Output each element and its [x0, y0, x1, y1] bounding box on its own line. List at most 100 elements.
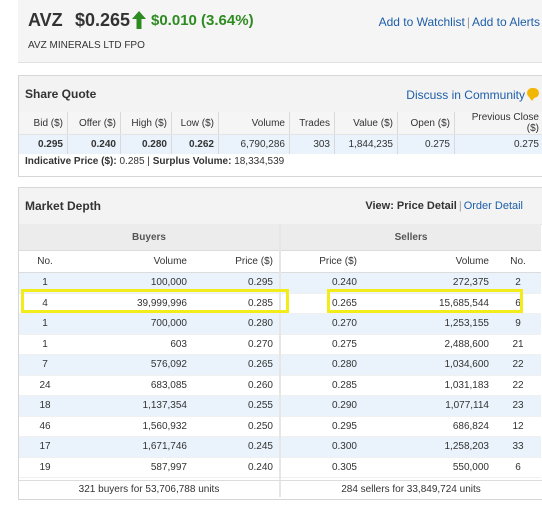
- buyer-price: 0.260: [193, 375, 279, 396]
- buyer-row: 18 1,137,354 0.255: [19, 395, 279, 417]
- buyers-col-price: Price ($): [193, 250, 279, 273]
- buyer-price: 0.255: [193, 395, 279, 417]
- quote-volume-value: 6,790,286: [218, 134, 290, 154]
- sellers-col-volume: Volume: [363, 250, 495, 273]
- seller-no: 22: [495, 354, 541, 376]
- seller-no: 22: [495, 375, 541, 396]
- buyer-price: 0.265: [193, 354, 279, 376]
- view-order-detail-link[interactable]: Order Detail: [464, 200, 523, 212]
- seller-row: 0.295 686,824 12: [281, 416, 541, 437]
- buyer-volume: 39,999,996: [71, 293, 193, 314]
- buyer-price: 0.280: [193, 313, 279, 335]
- add-to-alerts-link[interactable]: Add to Alerts: [472, 15, 540, 29]
- buyer-row: 7 576,092 0.265: [19, 354, 279, 376]
- seller-price: 0.295: [281, 416, 363, 437]
- quote-prev-close-value: 0.275: [454, 134, 542, 154]
- quote-col-open: Open ($): [397, 112, 455, 135]
- buyer-volume: 700,000: [71, 313, 193, 335]
- last-price: $0.265: [75, 10, 131, 30]
- quote-col-offer: Offer ($): [67, 112, 121, 135]
- indicative-price-label: Indicative Price ($):: [25, 156, 117, 167]
- seller-no: 6: [495, 293, 541, 314]
- buyer-price: 0.245: [193, 436, 279, 458]
- header-links: Add to Watchlist | Add to Alerts: [379, 15, 540, 29]
- discuss-in-community-link[interactable]: Discuss in Community: [406, 88, 525, 102]
- share-quote-table: Bid ($) Offer ($) High ($) Low ($) Volum…: [19, 112, 542, 154]
- seller-price: 0.305: [281, 457, 363, 478]
- buyer-row: 1 100,000 0.295: [19, 272, 279, 294]
- buyer-no: 19: [19, 457, 71, 478]
- ticker-symbol: AVZ: [28, 10, 63, 30]
- buyer-no: 4: [19, 293, 71, 314]
- quote-values-row: 0.295 0.240 0.280 0.262 6,790,286 303 1,…: [19, 134, 542, 154]
- seller-no: 2: [495, 272, 541, 294]
- surplus-volume-label: Surplus Volume:: [152, 156, 232, 167]
- quote-col-volume: Volume: [218, 112, 290, 135]
- buyers-col-no: No.: [19, 250, 71, 273]
- buyer-row: 46 1,560,932 0.250: [19, 416, 279, 437]
- seller-row: 0.240 272,375 2: [281, 272, 541, 294]
- buyer-row: 17 1,671,746 0.245: [19, 436, 279, 458]
- buyers-rows: 1 100,000 0.295 4 39,999,996 0.285 1 700,000 0.2…: [19, 272, 279, 478]
- view-separator: |: [458, 200, 462, 212]
- surplus-volume-value: 18,334,539: [234, 156, 285, 167]
- buyer-volume: 100,000: [71, 272, 193, 294]
- buyer-no: 1: [19, 313, 71, 335]
- seller-price: 0.265: [281, 293, 363, 314]
- buyer-no: 1: [19, 272, 71, 294]
- sellers-column-header: Price ($) Volume No.: [281, 250, 541, 273]
- seller-price: 0.300: [281, 436, 363, 458]
- indicative-price-value: 0.285: [119, 156, 145, 167]
- buyer-price: 0.285: [193, 293, 279, 314]
- buyer-volume: 683,085: [71, 375, 193, 396]
- stock-header: AVZ $0.265 $0.010 (3.64%) AVZ MINERALS L…: [18, 0, 542, 63]
- seller-price: 0.270: [281, 313, 363, 335]
- seller-price: 0.275: [281, 334, 363, 355]
- seller-price: 0.240: [281, 272, 363, 294]
- indicative-separator: |: [147, 156, 150, 167]
- price-change: $0.010 (3.64%): [151, 12, 254, 29]
- buyer-row: 1 603 0.270: [19, 334, 279, 355]
- seller-price: 0.290: [281, 395, 363, 417]
- quote-open-value: 0.275: [397, 134, 455, 154]
- buyer-volume: 576,092: [71, 354, 193, 376]
- seller-no: 12: [495, 416, 541, 437]
- quote-low-value: 0.262: [171, 134, 219, 154]
- seller-row: 0.265 15,685,544 6: [281, 293, 541, 314]
- buyers-table: Buyers No. Volume Price ($) 1 100,000 0.29…: [19, 224, 279, 478]
- seller-price: 0.285: [281, 375, 363, 396]
- buyer-price: 0.240: [193, 457, 279, 478]
- buyer-row: 1 700,000 0.280: [19, 313, 279, 335]
- buyer-row: 24 683,085 0.260: [19, 375, 279, 396]
- buyer-volume: 1,137,354: [71, 395, 193, 417]
- buyers-heading: Buyers: [19, 224, 279, 251]
- seller-row: 0.305 550,000 6: [281, 457, 541, 478]
- seller-row: 0.300 1,258,203 33: [281, 436, 541, 458]
- sellers-total: 284 sellers for 33,849,724 units: [341, 484, 481, 495]
- seller-volume: 2,488,600: [363, 334, 495, 355]
- sellers-col-no: No.: [495, 250, 541, 273]
- seller-volume: 272,375: [363, 272, 495, 294]
- buyer-volume: 603: [71, 334, 193, 355]
- buyers-col-volume: Volume: [71, 250, 193, 273]
- buyer-row: 19 587,997 0.240: [19, 457, 279, 478]
- buyer-volume: 587,997: [71, 457, 193, 478]
- seller-volume: 1,253,155: [363, 313, 495, 335]
- up-arrow-icon: [132, 11, 146, 29]
- market-depth-title: Market Depth: [25, 199, 102, 213]
- quote-col-prev-close: Previous Close ($): [454, 112, 542, 135]
- seller-no: 21: [495, 334, 541, 355]
- seller-row: 0.270 1,253,155 9: [281, 313, 541, 335]
- seller-volume: 1,258,203: [363, 436, 495, 458]
- seller-volume: 1,031,183: [363, 375, 495, 396]
- buyer-row: 4 39,999,996 0.285: [19, 293, 279, 314]
- quote-bid-value: 0.295: [19, 134, 68, 154]
- share-quote-header: Share Quote Discuss in Community: [19, 76, 542, 113]
- add-to-watchlist-link[interactable]: Add to Watchlist: [379, 15, 465, 29]
- buyer-price: 0.250: [193, 416, 279, 437]
- quote-value-value: 1,844,235: [334, 134, 398, 154]
- seller-volume: 686,824: [363, 416, 495, 437]
- view-label: View:: [365, 200, 394, 212]
- quote-header-row: Bid ($) Offer ($) High ($) Low ($) Volum…: [19, 112, 542, 135]
- speech-bubble-icon[interactable]: [527, 88, 539, 101]
